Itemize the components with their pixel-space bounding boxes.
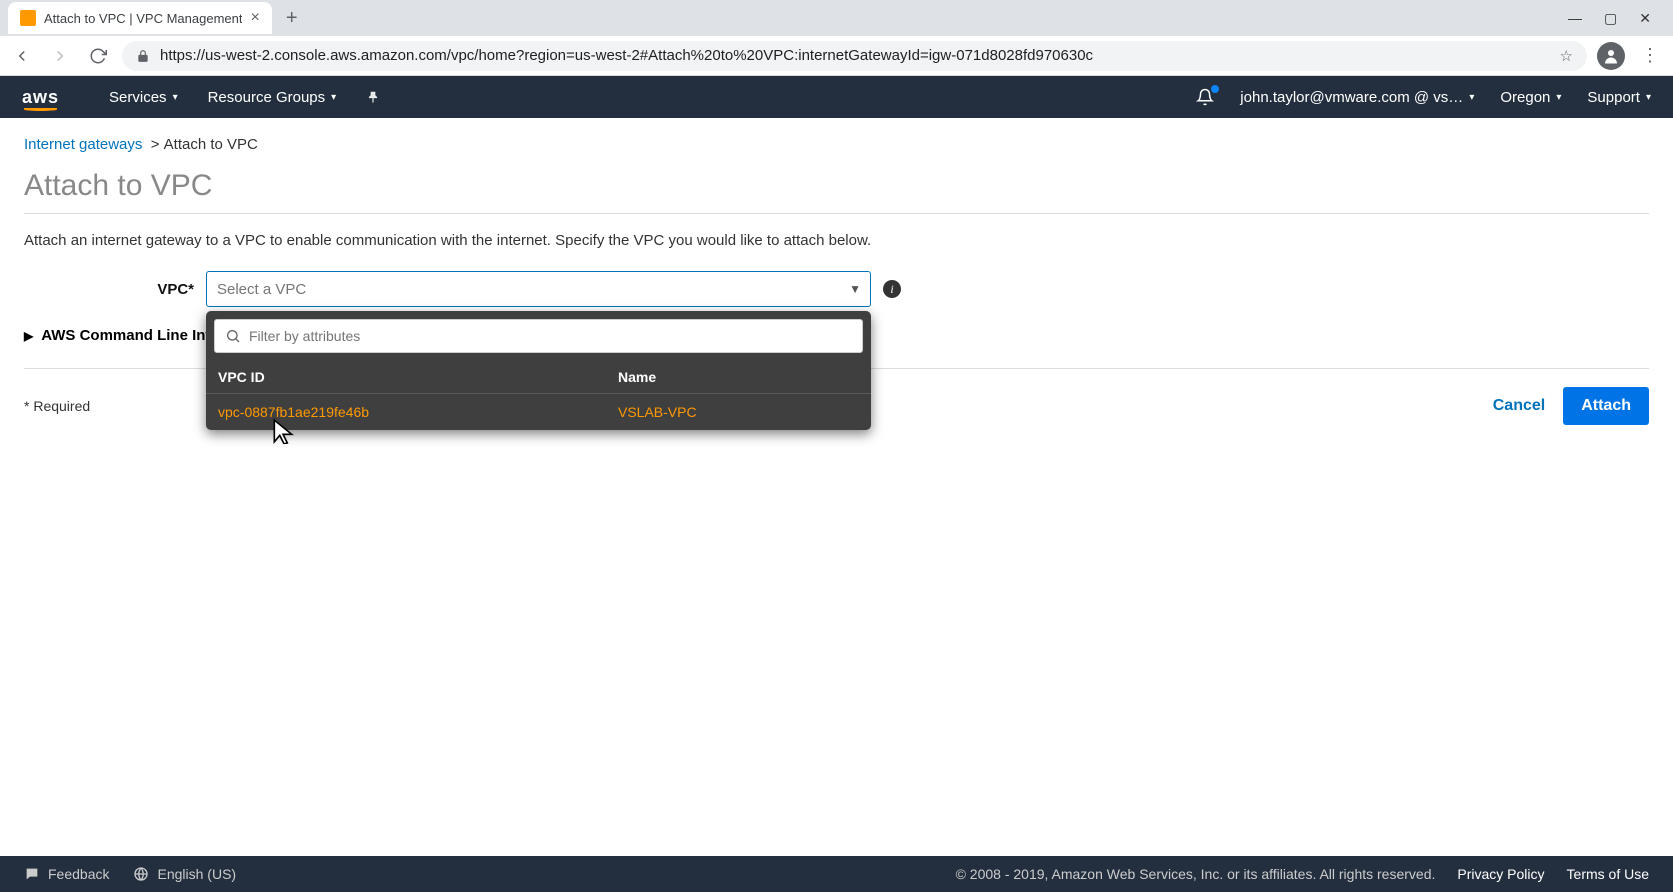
dropdown-search-box[interactable]: [214, 319, 863, 353]
window-controls: — ▢ ✕: [1568, 10, 1665, 27]
tab-title: Attach to VPC | VPC Management: [44, 11, 242, 26]
maximize-button[interactable]: ▢: [1604, 10, 1617, 27]
address-bar: https://us-west-2.console.aws.amazon.com…: [0, 36, 1673, 76]
chevron-down-icon: ▾: [1469, 92, 1474, 103]
page-title: Attach to VPC: [24, 169, 1649, 214]
reload-button[interactable]: [84, 42, 112, 70]
back-button[interactable]: [8, 42, 36, 70]
aws-top-nav: aws Services ▾ Resource Groups ▾ john.ta…: [0, 76, 1673, 118]
profile-avatar[interactable]: [1597, 42, 1625, 70]
browser-tab[interactable]: Attach to VPC | VPC Management ×: [8, 2, 272, 34]
resource-groups-label: Resource Groups: [208, 89, 326, 106]
region-menu[interactable]: Oregon ▾: [1500, 89, 1561, 106]
privacy-policy-link[interactable]: Privacy Policy: [1457, 866, 1544, 882]
vpc-form-row: VPC* ▼ VPC ID Name: [24, 271, 1649, 307]
aws-favicon: [20, 10, 36, 26]
tab-bar: Attach to VPC | VPC Management × + — ▢ ✕: [0, 0, 1673, 36]
language-selector[interactable]: English (US): [133, 866, 236, 882]
notifications-bell-icon[interactable]: [1196, 88, 1214, 106]
dropdown-search-wrap: [206, 311, 871, 361]
new-tab-button[interactable]: +: [286, 7, 298, 30]
forward-button[interactable]: [46, 42, 74, 70]
browser-chrome: Attach to VPC | VPC Management × + — ▢ ✕…: [0, 0, 1673, 76]
close-window-button[interactable]: ✕: [1639, 10, 1651, 27]
lock-icon: [136, 49, 150, 63]
vpc-field-label: VPC*: [24, 281, 194, 298]
triangle-right-icon: ▶: [24, 329, 33, 343]
aws-nav-right: john.taylor@vmware.com @ vs… ▾ Oregon ▾ …: [1196, 88, 1651, 106]
chevron-down-icon: ▾: [173, 92, 178, 103]
chrome-menu-icon[interactable]: ⋮: [1635, 45, 1665, 66]
language-label: English (US): [157, 866, 236, 882]
url-field[interactable]: https://us-west-2.console.aws.amazon.com…: [122, 41, 1587, 71]
services-label: Services: [109, 89, 167, 106]
support-menu[interactable]: Support ▾: [1587, 89, 1651, 106]
feedback-link[interactable]: Feedback: [24, 866, 109, 882]
bookmark-star-icon[interactable]: ☆: [1560, 47, 1573, 65]
page-body: Internet gateways > Attach to VPC Attach…: [0, 118, 1673, 425]
chevron-down-icon: ▾: [331, 92, 336, 103]
dropdown-option[interactable]: vpc-0887fb1ae219fe46b VSLAB-VPC: [206, 394, 871, 430]
aws-footer: Feedback English (US) © 2008 - 2019, Ama…: [0, 856, 1673, 892]
dropdown-filter-input[interactable]: [249, 328, 852, 344]
vpc-select[interactable]: ▼ VPC ID Name vpc-0887fb1ae219fe46: [206, 271, 871, 307]
speech-bubble-icon: [24, 866, 40, 882]
support-label: Support: [1587, 89, 1640, 106]
services-menu[interactable]: Services ▾: [109, 89, 178, 106]
aws-logo[interactable]: aws: [22, 87, 59, 108]
attach-button[interactable]: Attach: [1563, 387, 1649, 425]
dropdown-option-id: vpc-0887fb1ae219fe46b: [218, 404, 618, 420]
cancel-button[interactable]: Cancel: [1493, 397, 1545, 415]
region-label: Oregon: [1500, 89, 1550, 106]
close-icon[interactable]: ×: [250, 9, 259, 27]
vpc-select-input[interactable]: [206, 271, 871, 307]
pin-icon[interactable]: [366, 90, 380, 104]
dropdown-option-name: VSLAB-VPC: [618, 404, 697, 420]
breadcrumb-root-link[interactable]: Internet gateways: [24, 136, 142, 153]
account-menu[interactable]: john.taylor@vmware.com @ vs… ▾: [1240, 89, 1474, 106]
dropdown-header-name: Name: [618, 369, 656, 385]
breadcrumb: Internet gateways > Attach to VPC: [24, 136, 1649, 153]
search-icon: [225, 328, 241, 344]
terms-of-use-link[interactable]: Terms of Use: [1567, 866, 1649, 882]
globe-icon: [133, 866, 149, 882]
dropdown-header: VPC ID Name: [206, 361, 871, 394]
feedback-label: Feedback: [48, 866, 109, 882]
copyright-text: © 2008 - 2019, Amazon Web Services, Inc.…: [956, 866, 1436, 882]
vpc-dropdown: VPC ID Name vpc-0887fb1ae219fe46b VSLAB-…: [206, 311, 871, 430]
required-note: * Required: [24, 398, 90, 414]
minimize-button[interactable]: —: [1568, 10, 1582, 27]
chevron-down-icon: ▾: [1556, 92, 1561, 103]
url-text: https://us-west-2.console.aws.amazon.com…: [160, 47, 1550, 64]
dropdown-header-vpcid: VPC ID: [218, 369, 618, 385]
resource-groups-menu[interactable]: Resource Groups ▾: [208, 89, 337, 106]
page-description: Attach an internet gateway to a VPC to e…: [24, 232, 1649, 249]
account-label: john.taylor@vmware.com @ vs…: [1240, 89, 1463, 106]
notification-dot: [1211, 85, 1219, 93]
info-icon[interactable]: i: [883, 280, 901, 298]
chevron-down-icon: ▾: [1646, 92, 1651, 103]
breadcrumb-current: Attach to VPC: [164, 136, 258, 153]
